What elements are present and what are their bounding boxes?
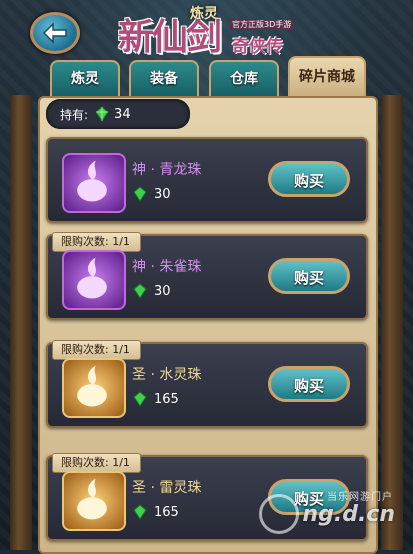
spirit-orb-icon — [77, 365, 107, 407]
item-name: 圣 · 雷灵珠 — [132, 480, 202, 496]
item-price: 30 — [132, 186, 171, 202]
holding-display: 持有: 34 — [46, 99, 190, 129]
buy-button[interactable]: 购买 — [268, 161, 350, 197]
holding-value: 34 — [114, 106, 131, 122]
back-button[interactable] — [30, 12, 80, 54]
shop-item-card: 限购次数: 1/1 圣 · 水灵珠 165 购买 — [46, 340, 368, 428]
item-price: 165 — [132, 504, 179, 520]
item-price: 165 — [132, 391, 179, 407]
item-icon-frame — [62, 358, 126, 418]
green-gem-icon — [133, 283, 147, 299]
frame-left-border — [10, 95, 32, 550]
logo-tag-text: 官方正版3D手游 — [230, 19, 294, 30]
green-gem-icon — [95, 106, 109, 122]
item-price-value: 30 — [154, 283, 171, 299]
item-icon-frame — [62, 471, 126, 531]
spirit-orb-icon — [77, 478, 107, 520]
logo-small-text: 炼灵 — [190, 6, 218, 22]
tab-refine[interactable]: 炼灵 — [50, 60, 120, 96]
tab-fragment-shop[interactable]: 碎片商城 — [288, 56, 366, 98]
item-price-value: 30 — [154, 186, 171, 202]
item-price-value: 165 — [154, 391, 179, 407]
shop-item-card: 限购次数: 1/1 神 · 朱雀珠 30 购买 — [46, 232, 368, 320]
frame-right-border — [381, 95, 403, 550]
tab-equipment[interactable]: 装备 — [129, 60, 199, 96]
item-icon-frame — [62, 250, 126, 310]
item-name: 神 · 朱雀珠 — [132, 259, 202, 275]
watermark-line2: ng.d.cn — [302, 502, 395, 527]
tab-warehouse[interactable]: 仓库 — [209, 60, 279, 96]
spirit-orb-icon — [77, 160, 107, 202]
green-gem-icon — [133, 391, 147, 407]
logo-sub-text: 奇侠传 — [232, 37, 283, 57]
item-name: 神 · 青龙珠 — [132, 162, 202, 178]
green-gem-icon — [133, 186, 147, 202]
spirit-orb-icon — [77, 257, 107, 299]
buy-button[interactable]: 购买 — [268, 258, 350, 294]
item-price-value: 165 — [154, 504, 179, 520]
item-icon-frame — [62, 153, 126, 213]
green-gem-icon — [133, 504, 147, 520]
holding-label: 持有: — [60, 107, 89, 122]
item-price: 30 — [132, 283, 171, 299]
back-arrow-icon — [42, 22, 67, 44]
purchase-limit-label: 限购次数: 1/1 — [52, 232, 141, 252]
game-logo: 新仙剑 炼灵 官方正版3D手游 奇侠传 — [118, 0, 298, 60]
site-watermark: 当乐网游门户 ng.d.cn — [259, 488, 399, 536]
buy-button[interactable]: 购买 — [268, 366, 350, 402]
purchase-limit-label: 限购次数: 1/1 — [52, 453, 141, 473]
purchase-limit-label: 限购次数: 1/1 — [52, 340, 141, 360]
watermark-logo-icon — [259, 494, 299, 534]
watermark-line1: 当乐网游门户 — [327, 492, 393, 503]
item-name: 圣 · 水灵珠 — [132, 367, 202, 383]
shop-item-card: 神 · 青龙珠 30 购买 — [46, 137, 368, 223]
